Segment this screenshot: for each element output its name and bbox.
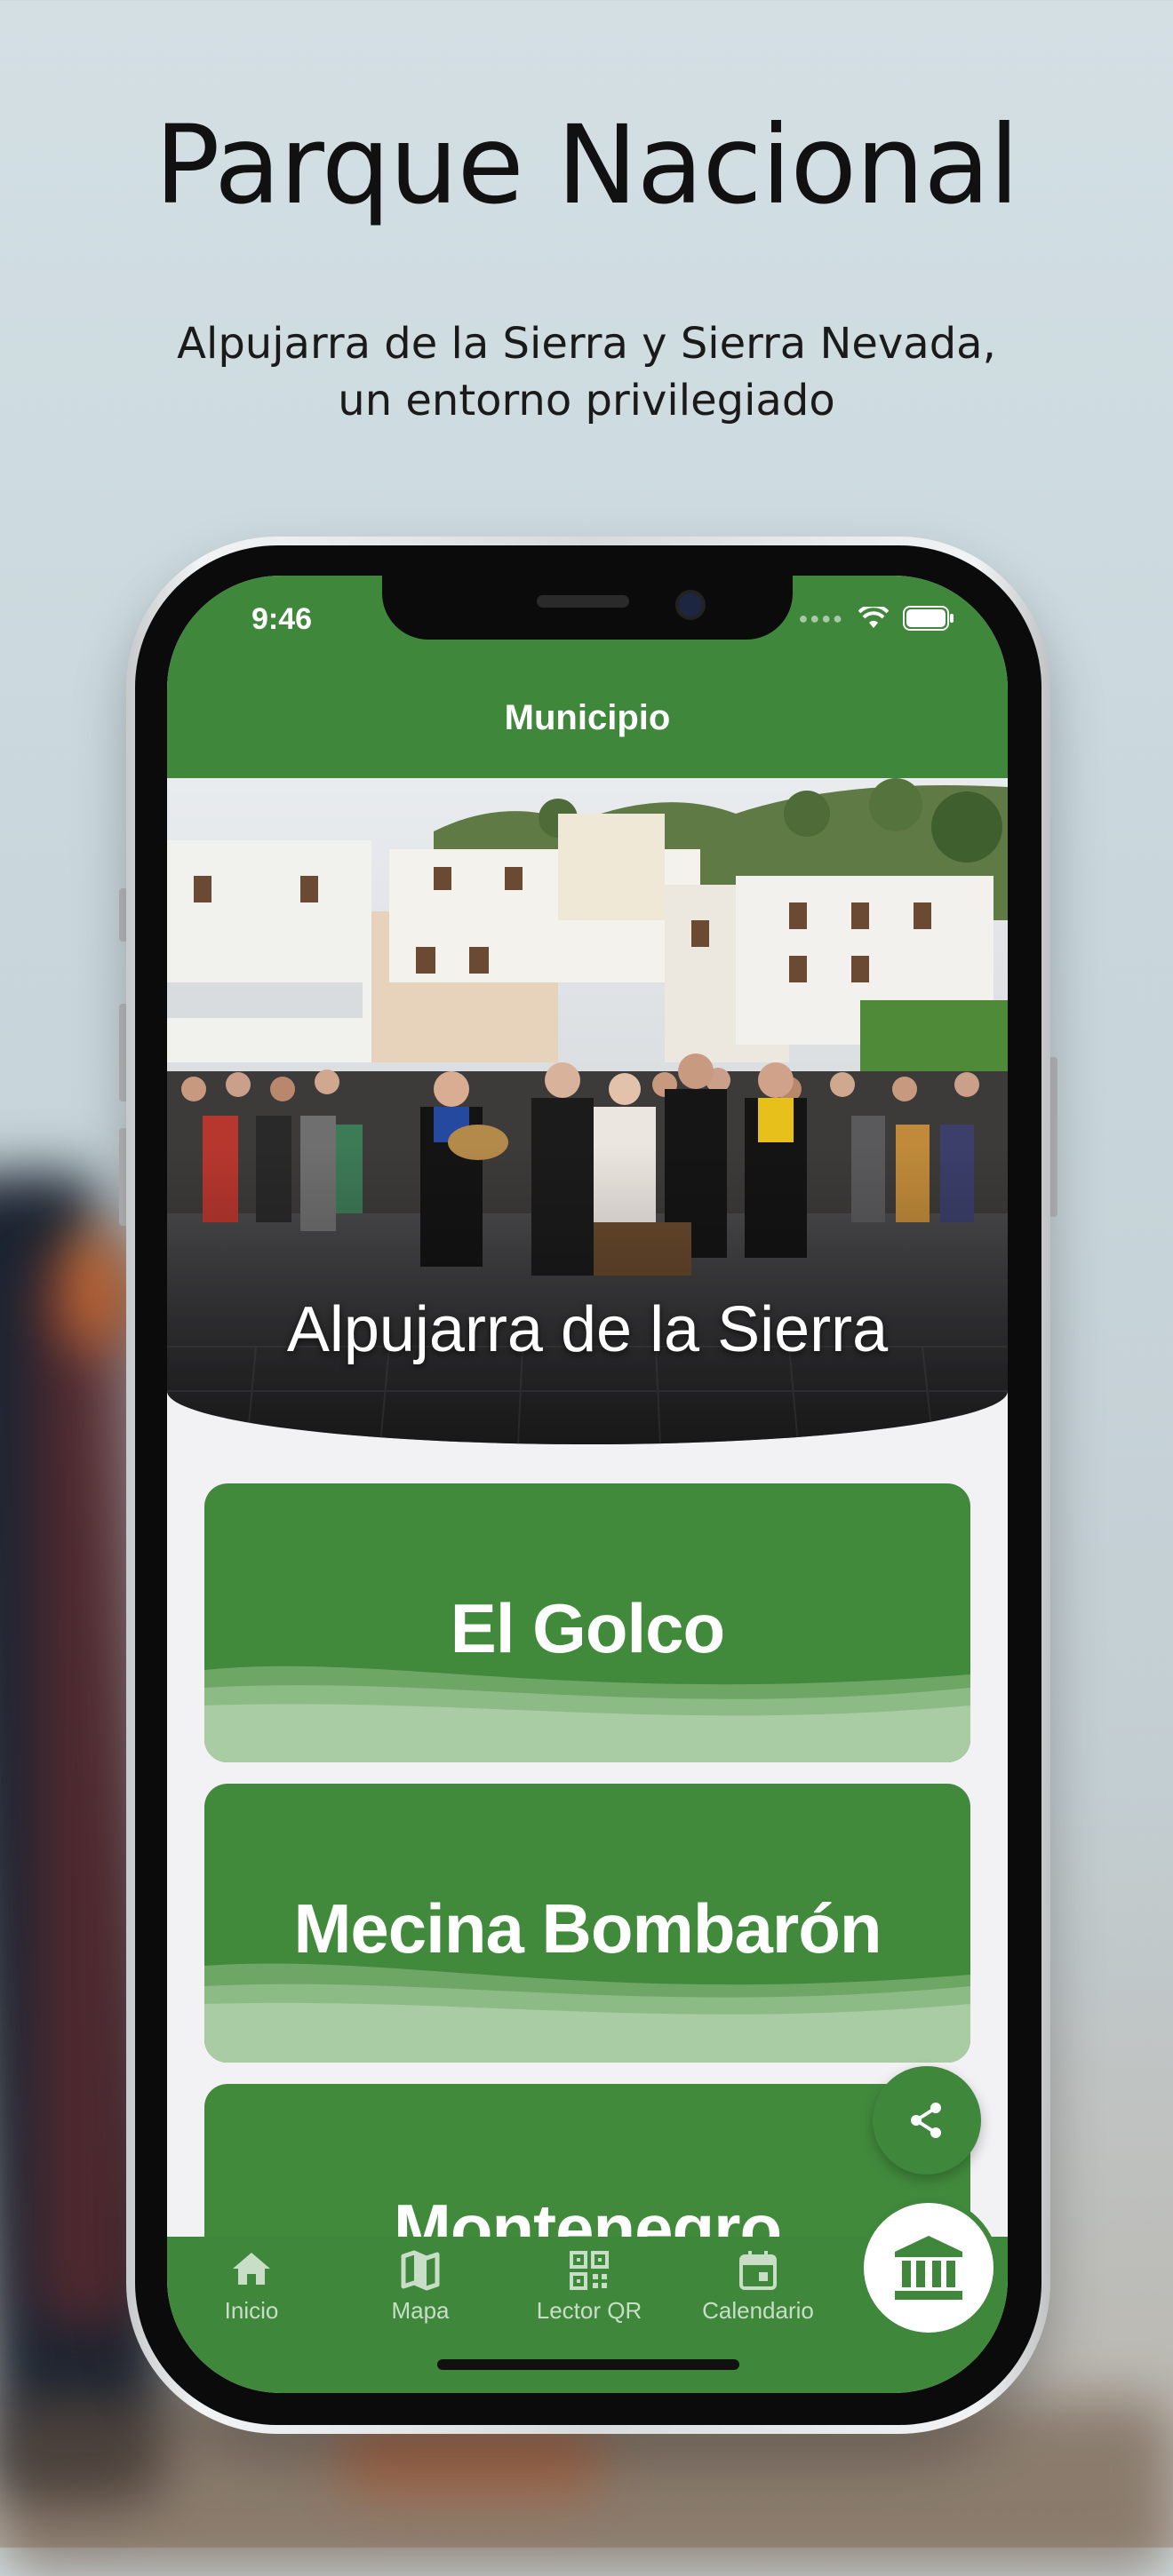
municipality-card-mecina-bombaron[interactable]: Mecina Bombarón bbox=[204, 1784, 970, 2063]
nav-label: Mapa bbox=[391, 2297, 450, 2324]
promo-subtitle: Alpujarra de la Sierra y Sierra Nevada, … bbox=[0, 315, 1173, 429]
municipality-home-button[interactable] bbox=[858, 2198, 999, 2338]
hero-title: Alpujarra de la Sierra bbox=[286, 1294, 889, 1365]
nav-label: Inicio bbox=[224, 2297, 279, 2324]
wifi-icon bbox=[858, 607, 889, 628]
card-label: Mecina Bombarón bbox=[293, 1889, 882, 1968]
municipality-card-el-golco[interactable]: El Golco bbox=[204, 1483, 970, 1762]
qr-code-icon bbox=[570, 2251, 609, 2290]
phone-screen: 9:46 ●●●● Municipio Alpujarra de la Sier… bbox=[167, 576, 1008, 2393]
hero-banner[interactable]: Alpujarra de la Sierra bbox=[167, 778, 1008, 1444]
notch bbox=[382, 576, 793, 640]
nav-label: Calendario bbox=[702, 2297, 814, 2324]
share-icon bbox=[911, 2103, 941, 2138]
background-blur-accent bbox=[338, 2425, 604, 2496]
home-icon bbox=[233, 2253, 270, 2285]
status-icons: ●●●● bbox=[799, 602, 955, 634]
earpiece-speaker bbox=[537, 595, 629, 608]
promo-subtitle-line-2: un entorno privilegiado bbox=[338, 376, 835, 425]
home-indicator[interactable] bbox=[437, 2359, 739, 2370]
front-camera bbox=[675, 590, 706, 620]
battery-icon bbox=[903, 606, 954, 631]
background-blur-accent bbox=[62, 1226, 133, 1350]
municipality-building-icon bbox=[895, 2236, 962, 2300]
share-button[interactable] bbox=[873, 2066, 981, 2174]
app-bar-title: Municipio bbox=[504, 698, 671, 737]
calendar-icon bbox=[739, 2251, 777, 2290]
status-time: 9:46 bbox=[251, 602, 313, 636]
promo-headline: Parque Nacional bbox=[154, 102, 1019, 228]
promo-subtitle-line-1: Alpujarra de la Sierra y Sierra Nevada, bbox=[177, 319, 996, 369]
card-label: El Golco bbox=[450, 1589, 725, 1667]
map-icon bbox=[401, 2250, 440, 2291]
cellular-signal-icon: ●●●● bbox=[798, 608, 844, 627]
nav-label: Lector QR bbox=[536, 2297, 642, 2324]
